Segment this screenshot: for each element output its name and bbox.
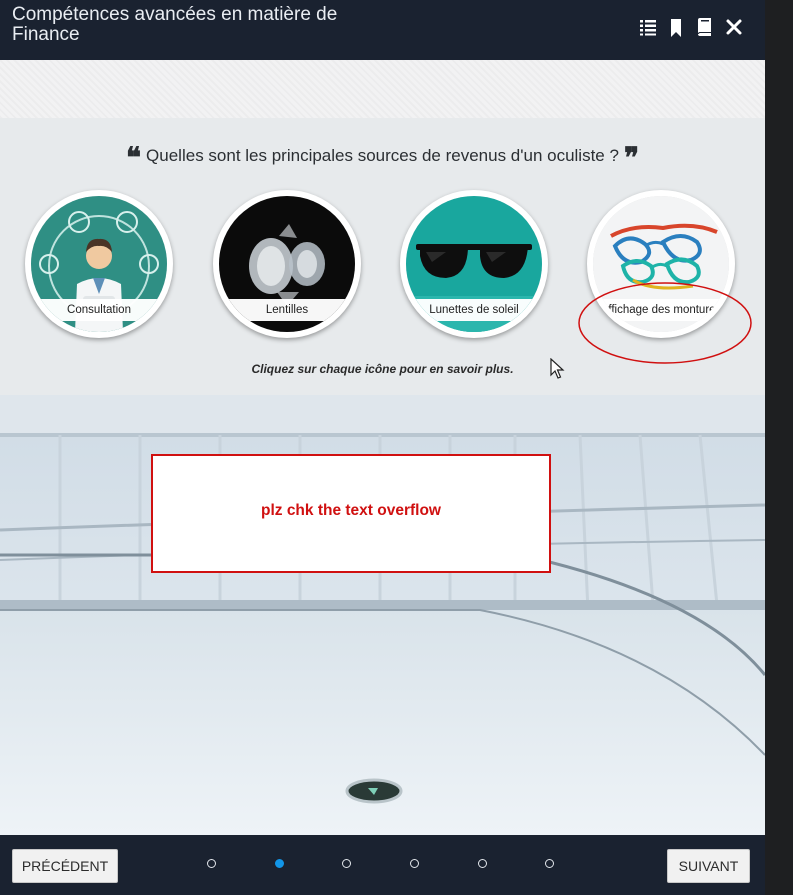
menu-list-icon[interactable] — [638, 17, 660, 39]
contact-lens-image: Lentilles — [219, 196, 355, 332]
open-quote-icon: ❝ — [125, 141, 142, 174]
topic-label: Lunettes de soleil — [406, 299, 542, 321]
question-text: Quelles sont les principales sources de … — [146, 146, 619, 165]
course-title: Compétences avancées en matière de Finan… — [12, 4, 338, 45]
close-quote-icon: ❞ — [623, 141, 640, 174]
next-button[interactable]: SUIVANT — [667, 849, 750, 883]
doctor-consultation-image: Consultation — [31, 196, 167, 332]
glossary-book-icon[interactable] — [694, 17, 716, 39]
topic-sunglasses-button[interactable]: Lunettes de soleil — [400, 190, 548, 338]
annotation-ellipse — [578, 282, 752, 364]
previous-button[interactable]: PRÉCÉDENT — [12, 849, 118, 883]
topic-label: Lentilles — [219, 299, 355, 321]
sunglasses-image: Lunettes de soleil — [406, 196, 542, 332]
page-dot-3[interactable] — [342, 859, 351, 868]
footer-nav: PRÉCÉDENT SUIVANT — [0, 835, 765, 895]
close-icon[interactable] — [724, 17, 746, 39]
slide-content: ❝ Quelles sont les principales sources de… — [0, 60, 765, 835]
topic-lenses-button[interactable]: Lentilles — [213, 190, 361, 338]
page-dot-5[interactable] — [478, 859, 487, 868]
question-heading: ❝ Quelles sont les principales sources de… — [0, 144, 765, 172]
bookmark-icon[interactable] — [666, 17, 688, 39]
annotation-note-text: plz chk the text overflow — [260, 501, 441, 519]
header-bar: Compétences avancées en matière de Finan… — [0, 0, 765, 60]
topic-label: Consultation — [31, 299, 167, 321]
topic-consultation-button[interactable]: Consultation — [25, 190, 173, 338]
page-dot-6[interactable] — [545, 859, 554, 868]
window-edge — [765, 0, 793, 895]
page-dot-1[interactable] — [207, 859, 216, 868]
mouse-cursor-icon — [550, 358, 565, 379]
course-player: Compétences avancées en matière de Finan… — [0, 0, 765, 895]
page-dot-4[interactable] — [410, 859, 419, 868]
texture-band — [0, 60, 765, 118]
annotation-note: plz chk the text overflow — [151, 454, 551, 573]
page-dot-2[interactable] — [275, 859, 284, 868]
